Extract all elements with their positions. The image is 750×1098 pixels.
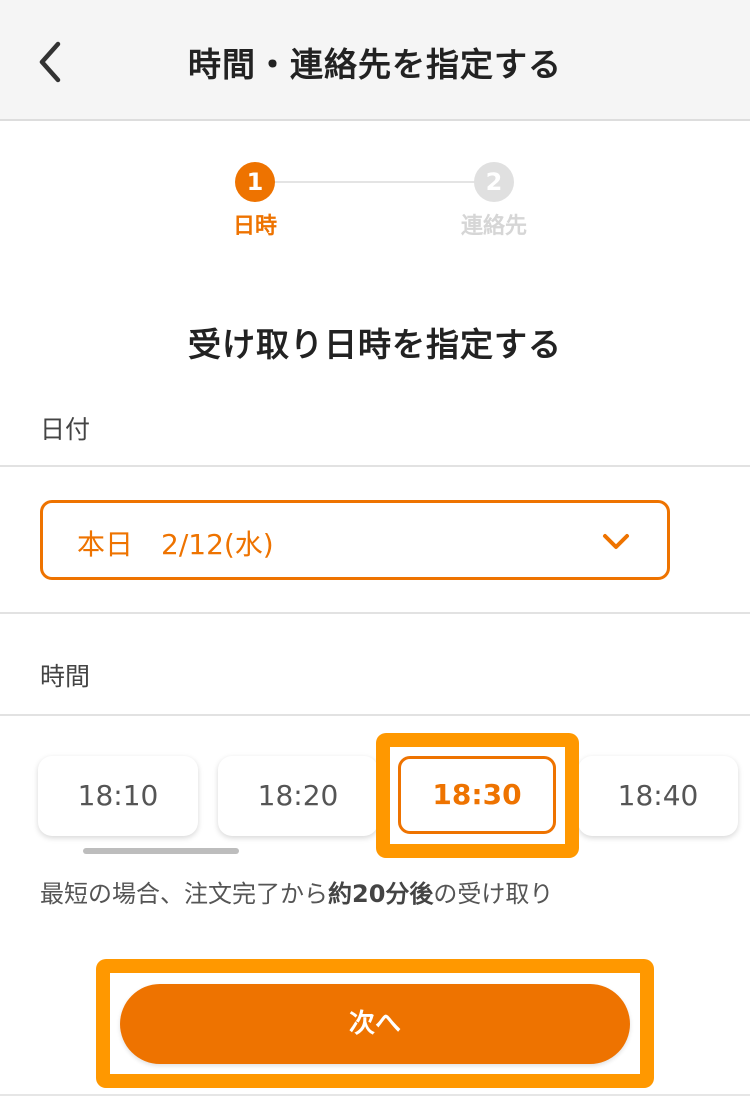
chevron-down-icon	[603, 534, 629, 549]
pickup-note-emphasis: 約20分後	[328, 880, 434, 908]
next-button[interactable]: 次へ	[120, 984, 630, 1064]
step-2-label: 連絡先	[460, 214, 527, 239]
app-header: 時間・連絡先を指定する	[0, 0, 750, 121]
date-select[interactable]: 本日 2/12(水)	[40, 500, 670, 580]
stepper-connector	[270, 181, 480, 183]
time-slot[interactable]: 18:40	[578, 756, 738, 836]
step-1-circle: 1	[235, 162, 275, 202]
time-label: 時間	[40, 662, 91, 691]
date-select-value: 本日 2/12(水)	[77, 528, 274, 561]
pickup-note-suffix: の受け取り	[433, 880, 554, 908]
pickup-note: 最短の場合、注文完了から約20分後の受け取り	[40, 874, 553, 909]
section-title: 受け取り日時を指定する	[188, 325, 562, 364]
pickup-note-prefix: 最短の場合、注文完了から	[40, 880, 328, 908]
page-title: 時間・連絡先を指定する	[188, 45, 562, 84]
divider	[0, 612, 750, 614]
time-slot-scroller[interactable]: 18:10 18:20 18:30 18:40	[0, 740, 750, 860]
time-slot[interactable]: 18:10	[38, 756, 198, 836]
time-slot[interactable]: 18:20	[218, 756, 378, 836]
bottom-divider	[0, 1094, 750, 1096]
step-1-label: 日時	[232, 214, 277, 239]
page: 時間・連絡先を指定する 1 2 日時 連絡先 受け取り日時を指定する 日付 本日…	[0, 0, 750, 1098]
time-slot-selected[interactable]: 18:30	[398, 756, 556, 834]
date-label: 日付	[40, 415, 91, 444]
divider	[0, 714, 750, 716]
divider	[0, 465, 750, 467]
step-2-circle: 2	[474, 162, 514, 202]
horizontal-scrollbar[interactable]	[83, 848, 239, 854]
